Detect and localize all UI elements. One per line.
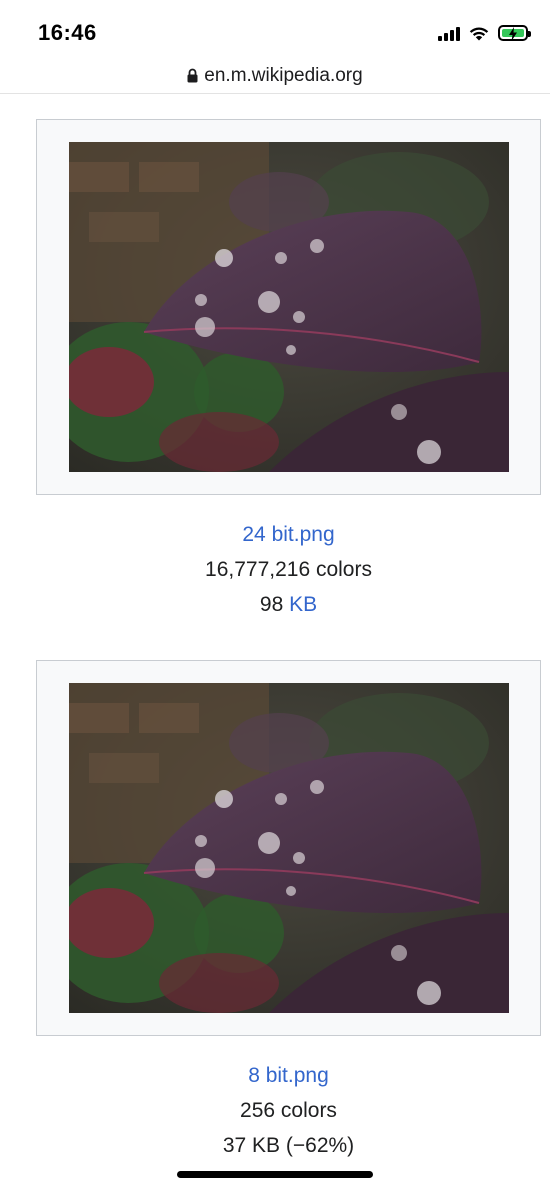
leaf-photo-8bit[interactable] <box>69 683 509 1013</box>
battery-icon <box>498 25 531 41</box>
image-frame <box>36 660 541 1036</box>
file-size: 37 KB (−62%) <box>222 1134 355 1157</box>
cellular-signal-icon <box>438 25 460 41</box>
image-frame <box>36 119 541 495</box>
file-size: 98 KB <box>259 593 318 616</box>
image-caption: 24 bit.png 16,777,216 colors 98 KB <box>36 517 541 622</box>
wifi-icon <box>469 26 489 40</box>
status-time: 16:46 <box>38 20 97 45</box>
color-count: 16,777,216 colors <box>205 558 372 581</box>
file-link[interactable]: 8 bit.png <box>248 1064 329 1087</box>
kb-link[interactable]: KB <box>289 593 317 616</box>
gallery-item-24bit: 24 bit.png 16,777,216 colors 98 KB <box>36 119 541 622</box>
color-count: 256 colors <box>240 1099 337 1122</box>
url-text: en.m.wikipedia.org <box>204 64 363 86</box>
gallery-item-8bit: 8 bit.png 256 colors 37 KB (−62%) <box>36 660 541 1163</box>
address-bar[interactable]: en.m.wikipedia.org <box>0 58 550 94</box>
file-link[interactable]: 24 bit.png <box>242 523 334 546</box>
home-indicator[interactable] <box>177 1171 373 1178</box>
status-icons <box>438 22 531 44</box>
leaf-photo-24bit[interactable] <box>69 142 509 472</box>
status-bar: 16:46 <box>0 0 550 58</box>
charging-bolt-icon <box>509 27 517 41</box>
image-caption: 8 bit.png 256 colors 37 KB (−62%) <box>36 1058 541 1163</box>
lock-icon <box>187 68 198 83</box>
